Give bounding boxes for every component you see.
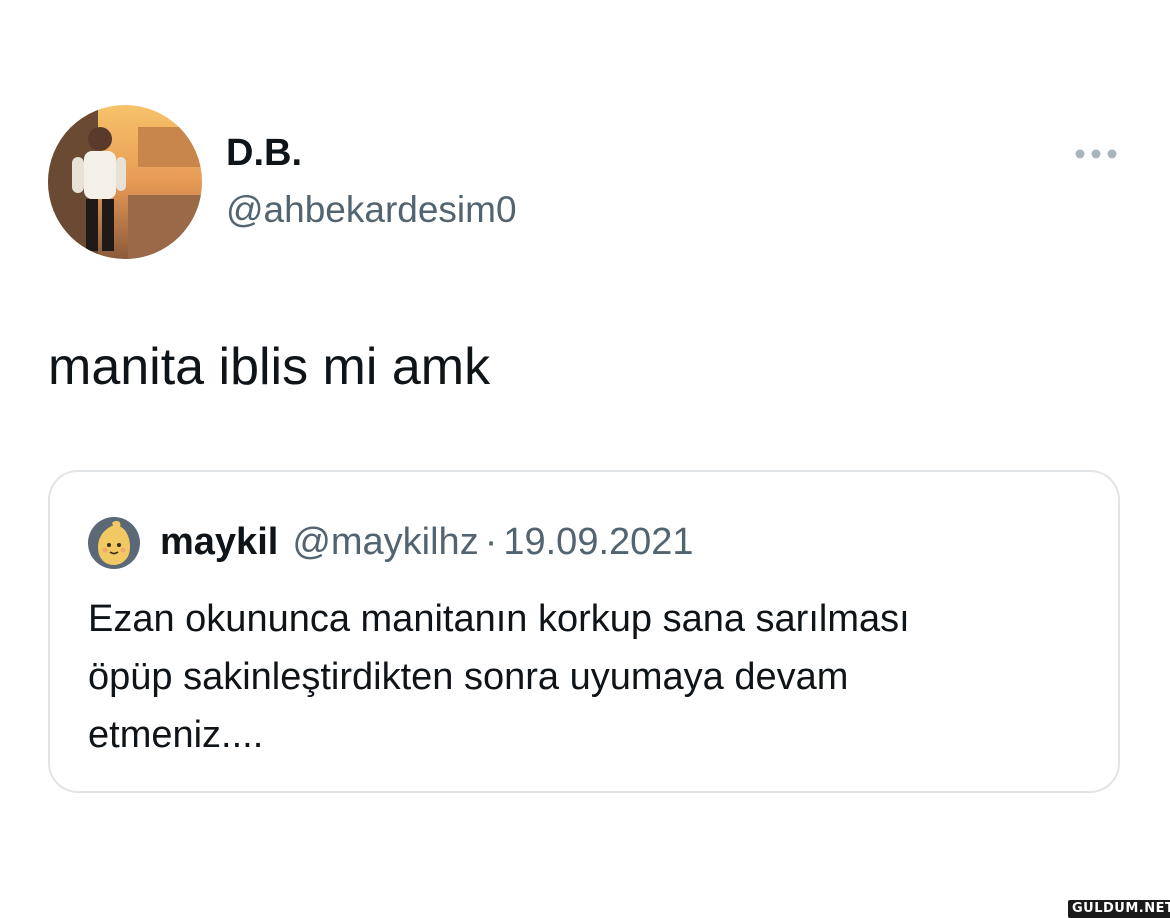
quoted-text-line: etmeniz.... [88, 714, 264, 756]
tweet: D.B. @ahbekardesim0 manita iblis mi amk … [0, 0, 1170, 918]
author-avatar[interactable] [48, 105, 202, 259]
watermark-logo: GULDUM.NET [1068, 900, 1170, 918]
tweet-text: manita iblis mi amk [48, 338, 491, 396]
quoted-text-line: öpüp sakinleştirdikten sonra uyumaya dev… [88, 656, 849, 698]
quoted-author-avatar[interactable] [88, 517, 140, 569]
quoted-tweet-date[interactable]: 19.09.2021 [503, 521, 693, 563]
quoted-author-display-name[interactable]: maykil [160, 521, 278, 563]
header-separator: · [484, 521, 498, 563]
quoted-text-line: Ezan okununca manitanın korkup sana sarı… [88, 598, 910, 640]
avatar-photo [48, 105, 202, 259]
quoted-tweet-text: Ezan okununca manitanın korkup sana sarı… [88, 590, 1088, 764]
quoted-tweet-card[interactable]: maykil @maykilhz · 19.09.2021 Ezan okununca… [48, 470, 1120, 793]
quoted-tweet-header: maykil @maykilhz · 19.09.2021 [160, 518, 694, 566]
more-horizontal-icon[interactable] [1072, 144, 1120, 164]
quoted-author-handle[interactable]: @maykilhz [292, 521, 478, 563]
cartoon-avatar-icon [88, 517, 140, 569]
author-handle[interactable]: @ahbekardesim0 [226, 187, 517, 233]
author-display-name[interactable]: D.B. [226, 130, 302, 176]
